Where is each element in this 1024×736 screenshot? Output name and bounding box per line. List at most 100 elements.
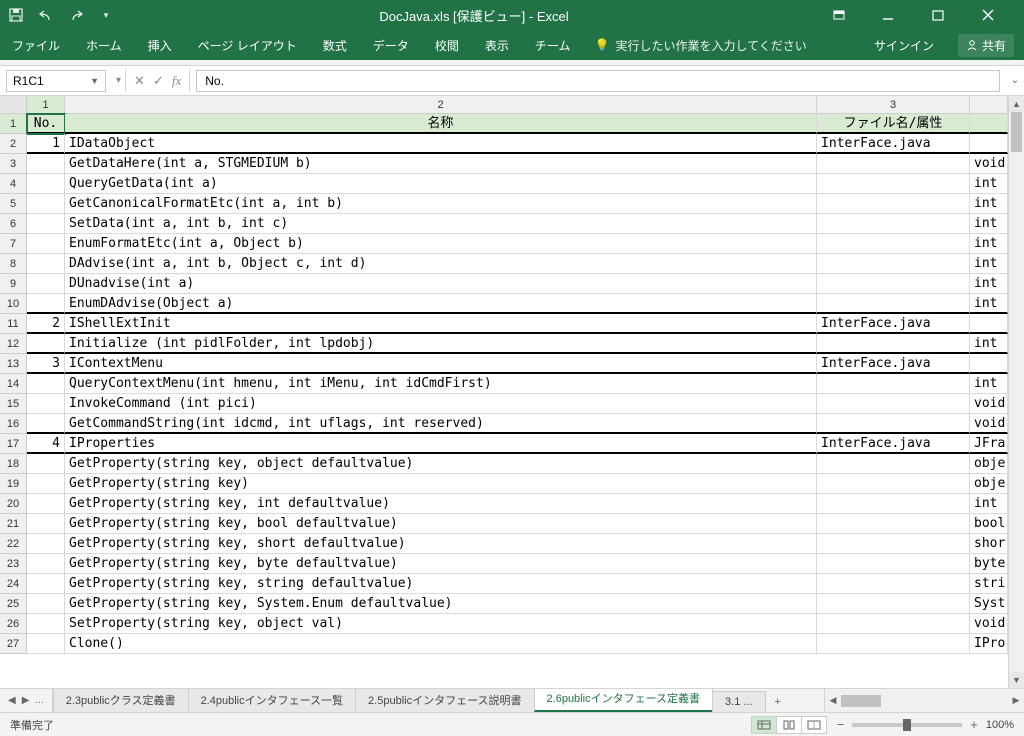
cell-file[interactable] — [817, 214, 970, 234]
share-button[interactable]: 共有 — [958, 34, 1014, 57]
cell-return[interactable]: bool — [970, 514, 1008, 534]
row-header[interactable]: 14 — [0, 374, 27, 394]
cell-no[interactable] — [27, 614, 65, 634]
tab-view[interactable]: 表示 — [483, 37, 511, 54]
zoom-level[interactable]: 100% — [986, 719, 1014, 731]
cell-return[interactable]: void — [970, 394, 1008, 414]
row-header[interactable]: 24 — [0, 574, 27, 594]
tab-pagelayout[interactable]: ページ レイアウト — [196, 37, 299, 54]
cell-return[interactable] — [970, 134, 1008, 154]
redo-icon[interactable] — [66, 5, 86, 25]
col-header-4[interactable] — [970, 96, 1008, 113]
cell-return[interactable]: void — [970, 614, 1008, 634]
tab-file[interactable]: ファイル — [10, 37, 62, 54]
close-icon[interactable] — [982, 9, 1018, 21]
scroll-down-icon[interactable]: ▼ — [1009, 672, 1024, 688]
cell-no[interactable] — [27, 594, 65, 614]
cell-no[interactable] — [27, 234, 65, 254]
zoom-slider[interactable] — [852, 723, 962, 727]
cancel-icon[interactable]: ✕ — [134, 73, 145, 89]
cell-return[interactable]: shor — [970, 534, 1008, 554]
sheet-tab-4[interactable]: 2.6publicインタフェース定義書 — [534, 689, 713, 712]
cell-file[interactable] — [817, 374, 970, 394]
row-header[interactable]: 10 — [0, 294, 27, 314]
cell-file[interactable] — [817, 634, 970, 654]
cell-no[interactable] — [27, 174, 65, 194]
cell-file[interactable] — [817, 454, 970, 474]
cell-file[interactable]: InterFace.java — [817, 434, 970, 454]
formula-input[interactable]: No. — [196, 70, 1000, 92]
cell-no[interactable] — [27, 154, 65, 174]
row-header[interactable]: 25 — [0, 594, 27, 614]
undo-icon[interactable] — [36, 5, 56, 25]
cell-return[interactable] — [970, 354, 1008, 374]
hscroll-thumb[interactable] — [841, 695, 881, 707]
maximize-icon[interactable] — [932, 9, 968, 21]
normal-view-icon[interactable] — [751, 716, 777, 734]
cell-return[interactable]: int — [970, 274, 1008, 294]
cell-no[interactable]: No. — [27, 114, 65, 134]
cell-name[interactable]: InvokeCommand (int pici) — [65, 394, 817, 414]
cell-file[interactable] — [817, 334, 970, 354]
name-box-expand[interactable]: ▾ — [112, 75, 125, 86]
tab-insert[interactable]: 挿入 — [146, 37, 174, 54]
cell-no[interactable] — [27, 194, 65, 214]
tab-review[interactable]: 校閲 — [433, 37, 461, 54]
row-header[interactable]: 19 — [0, 474, 27, 494]
cell-return[interactable] — [970, 114, 1008, 134]
cell-file[interactable] — [817, 174, 970, 194]
enter-icon[interactable]: ✓ — [153, 73, 164, 89]
cell-file[interactable]: ファイル名/属性 — [817, 114, 970, 134]
cell-file[interactable]: InterFace.java — [817, 314, 970, 334]
save-icon[interactable] — [6, 5, 26, 25]
cell-name[interactable]: IProperties — [65, 434, 817, 454]
cell-return[interactable]: int — [970, 334, 1008, 354]
cell-no[interactable] — [27, 214, 65, 234]
cell-name[interactable]: IShellExtInit — [65, 314, 817, 334]
row-header[interactable]: 22 — [0, 534, 27, 554]
cell-return[interactable]: IPro — [970, 634, 1008, 654]
row-header[interactable]: 13 — [0, 354, 27, 374]
row-header[interactable]: 27 — [0, 634, 27, 654]
cell-no[interactable] — [27, 554, 65, 574]
cell-file[interactable] — [817, 294, 970, 314]
row-header[interactable]: 7 — [0, 234, 27, 254]
page-break-view-icon[interactable] — [801, 716, 827, 734]
row-header[interactable]: 9 — [0, 274, 27, 294]
cell-return[interactable] — [970, 314, 1008, 334]
tellme-search[interactable]: 💡 実行したい作業を入力してください — [594, 37, 806, 54]
cell-name[interactable]: GetProperty(string key, byte defaultvalu… — [65, 554, 817, 574]
cell-return[interactable]: int — [970, 374, 1008, 394]
cell-name[interactable]: EnumDAdvise(Object a) — [65, 294, 817, 314]
cell-no[interactable] — [27, 334, 65, 354]
cell-no[interactable] — [27, 294, 65, 314]
row-header[interactable]: 3 — [0, 154, 27, 174]
cell-return[interactable]: int — [970, 194, 1008, 214]
row-header[interactable]: 4 — [0, 174, 27, 194]
cell-no[interactable] — [27, 414, 65, 434]
cell-no[interactable] — [27, 494, 65, 514]
row-header[interactable]: 5 — [0, 194, 27, 214]
cell-name[interactable]: SetData(int a, int b, int c) — [65, 214, 817, 234]
col-header-3[interactable]: 3 — [817, 96, 970, 113]
sheet-tab-3[interactable]: 2.5publicインタフェース説明書 — [355, 689, 534, 712]
cell-no[interactable] — [27, 454, 65, 474]
cell-name[interactable]: GetProperty(string key, bool defaultvalu… — [65, 514, 817, 534]
cell-file[interactable] — [817, 154, 970, 174]
sheet-nav-prev-icon[interactable]: ◀ — [8, 695, 16, 706]
select-all-corner[interactable] — [0, 96, 27, 113]
sheet-tab-5[interactable]: 3.1 ... — [712, 691, 766, 712]
sheet-tab-2[interactable]: 2.4publicインタフェース一覧 — [188, 689, 356, 712]
cell-file[interactable] — [817, 474, 970, 494]
cell-file[interactable] — [817, 614, 970, 634]
cell-file[interactable] — [817, 254, 970, 274]
cell-no[interactable]: 2 — [27, 314, 65, 334]
cell-name[interactable]: Clone() — [65, 634, 817, 654]
cell-name[interactable]: IDataObject — [65, 134, 817, 154]
fx-icon[interactable]: fx — [172, 73, 181, 89]
cell-return[interactable]: Syst — [970, 594, 1008, 614]
cell-no[interactable] — [27, 514, 65, 534]
cell-return[interactable]: int — [970, 234, 1008, 254]
row-header[interactable]: 20 — [0, 494, 27, 514]
cell-return[interactable]: int — [970, 294, 1008, 314]
